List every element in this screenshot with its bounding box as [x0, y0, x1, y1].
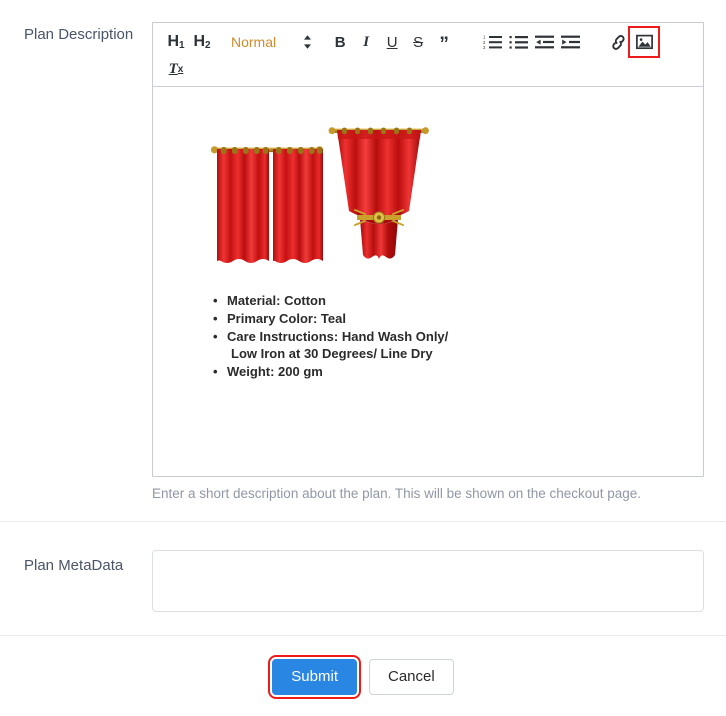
cancel-button[interactable]: Cancel — [368, 659, 454, 695]
editor-toolbar: H1 H2 Normal B I U S ” 1 2 3 T x — [153, 23, 703, 87]
svg-text:1: 1 — [483, 35, 486, 40]
spec-text: Primary Color: Teal — [227, 311, 346, 326]
plan-description-label: Plan Description — [22, 22, 152, 45]
ordered-list-button[interactable]: 1 2 3 — [479, 29, 505, 55]
list-item: Material: Cotton — [213, 292, 687, 309]
spec-text-continuation: Low Iron at 30 Degrees/ Line Dry — [231, 346, 433, 361]
outdent-button[interactable] — [531, 29, 557, 55]
ordered-list-icon: 1 2 3 — [483, 34, 502, 50]
list-item: Care Instructions: Hand Wash Only/ Low I… — [213, 328, 687, 362]
link-button[interactable] — [605, 29, 631, 55]
plan-metadata-row: Plan MetaData — [0, 522, 726, 617]
indent-button[interactable] — [557, 29, 583, 55]
blockquote-label: ” — [439, 34, 449, 55]
clear-formatting-button[interactable]: Tx — [163, 56, 189, 82]
bold-label: B — [334, 33, 346, 51]
heading-1-button[interactable]: H1 — [163, 29, 189, 55]
list-item: Weight: 200 gm — [213, 363, 687, 380]
image-icon — [635, 34, 653, 50]
spacer-before-divider-2 — [0, 617, 726, 635]
plan-description-form: Plan Description H1 H2 Normal B I U S ” … — [0, 0, 726, 716]
spacer-before-divider-1 — [0, 503, 726, 521]
plan-metadata-control — [152, 550, 704, 617]
heading-2-sub: 2 — [205, 39, 211, 51]
plan-description-label-text: Plan Description — [24, 26, 134, 43]
link-icon — [610, 34, 627, 51]
heading-1-label: H — [167, 33, 179, 50]
blockquote-button[interactable]: ” — [431, 29, 457, 55]
heading-2-label: H — [193, 33, 205, 50]
plan-description-help-text: Enter a short description about the plan… — [152, 486, 642, 501]
format-picker-value: Normal — [231, 34, 277, 50]
editor-content-area[interactable]: Material: Cotton Primary Color: Teal Car… — [153, 87, 703, 476]
list-item: Primary Color: Teal — [213, 310, 687, 327]
image-button[interactable] — [628, 26, 661, 58]
bullet-list-button[interactable] — [505, 29, 531, 55]
heading-2-button[interactable]: H2 — [189, 29, 215, 55]
chevron-updown-icon — [302, 34, 313, 50]
spec-text: Material: Cotton — [227, 293, 326, 308]
product-spec-list: Material: Cotton Primary Color: Teal Car… — [169, 292, 687, 380]
strikethrough-label: S — [413, 33, 424, 51]
clear-formatting-sub: x — [177, 63, 184, 75]
underline-label: U — [386, 33, 398, 51]
strikethrough-button[interactable]: S — [405, 29, 431, 55]
outdent-icon — [534, 34, 554, 50]
plan-description-control: H1 H2 Normal B I U S ” 1 2 3 T x • Mater… — [152, 22, 704, 503]
heading-1-sub: 1 — [179, 39, 185, 51]
clear-formatting-label: T — [168, 60, 178, 77]
svg-text:3: 3 — [483, 45, 486, 50]
rich-text-editor[interactable]: H1 H2 Normal B I U S ” 1 2 3 T x • Mater… — [152, 22, 704, 477]
bold-button[interactable]: B — [327, 29, 353, 55]
bullet-list-icon — [509, 34, 528, 50]
underline-button[interactable]: U — [379, 29, 405, 55]
plan-metadata-input[interactable] — [152, 550, 704, 612]
plan-description-row: Plan Description H1 H2 Normal B I U S ” … — [0, 0, 726, 503]
spec-text: Weight: 200 gm — [227, 364, 323, 379]
italic-label: I — [363, 33, 370, 50]
plan-metadata-label: Plan MetaData — [22, 550, 152, 576]
italic-button[interactable]: I — [353, 29, 379, 55]
form-actions: Submit Cancel — [0, 636, 726, 699]
format-picker[interactable]: Normal — [231, 34, 313, 50]
curtains-product-image[interactable] — [205, 115, 687, 272]
plan-metadata-label-text: Plan MetaData — [24, 557, 124, 574]
indent-icon — [560, 34, 580, 50]
spec-text: Care Instructions: Hand Wash Only/ — [227, 329, 449, 344]
toolbar-row-2: Tx — [163, 55, 693, 82]
submit-button[interactable]: Submit — [268, 655, 361, 699]
